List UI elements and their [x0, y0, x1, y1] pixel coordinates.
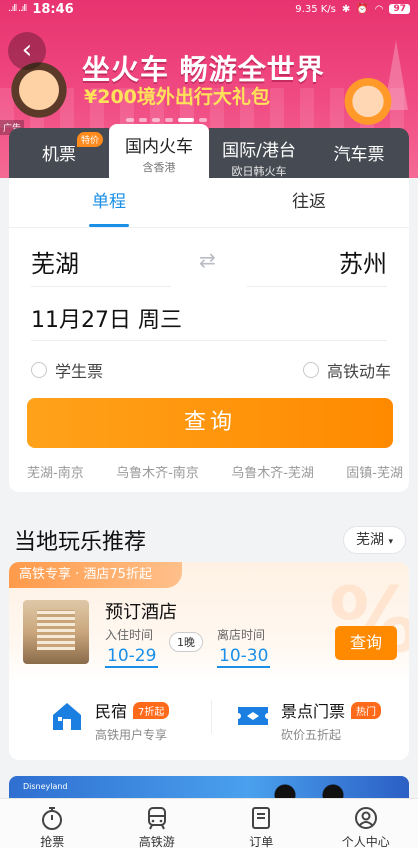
nav-profile[interactable]: 个人中心: [314, 799, 418, 848]
service-name: 景点门票: [281, 702, 346, 721]
house-icon: [53, 703, 81, 730]
caret-down-icon: ▾: [388, 537, 393, 547]
homestay-link[interactable]: 民宿 7折起 高铁用户专享: [49, 698, 170, 743]
alarm-icon: ⏰: [356, 3, 369, 15]
carousel-dot: [139, 118, 147, 122]
promo-tag: 高铁专享 · 酒店75折起: [9, 562, 182, 588]
nav-grab-tickets[interactable]: 抢票: [0, 799, 105, 848]
highspeed-only-option[interactable]: 高铁动车: [302, 358, 391, 382]
network-speed: 9.35 K/s: [295, 3, 336, 15]
radio-icon[interactable]: [302, 362, 319, 378]
history-item[interactable]: 乌鲁木齐-南京: [116, 462, 199, 481]
divider: [247, 286, 387, 287]
tab-round-trip[interactable]: 往返: [209, 178, 409, 227]
option-label: 学生票: [55, 362, 104, 381]
service-desc: 砍价五折起: [281, 728, 342, 742]
divider: [31, 340, 387, 341]
nav-label: 订单: [249, 835, 274, 848]
chevron-left-icon: ‹: [21, 35, 33, 65]
tab-domestic-train[interactable]: 国内火车 含香港: [109, 124, 209, 180]
nav-label: 抢票: [40, 835, 65, 848]
checkin-label: 入住时间: [105, 628, 154, 642]
student-ticket-option[interactable]: 学生票: [31, 358, 103, 382]
tab-flights[interactable]: 机票 特价: [9, 128, 109, 180]
tab-bus[interactable]: 汽车票: [309, 128, 409, 180]
departure-city[interactable]: 芜湖: [31, 244, 79, 279]
city-selector-label: 芜湖: [356, 532, 385, 548]
carousel-dot: [199, 118, 207, 122]
service-links: 民宿 7折起 高铁用户专享 景点门票 热门 砍价五折起: [9, 690, 409, 750]
nav-orders[interactable]: 订单: [209, 799, 314, 848]
history-item[interactable]: 固镇-芜湖: [346, 462, 403, 481]
search-history: 芜湖-南京 乌鲁木齐-南京 乌鲁木齐-芜湖 固镇-芜湖: [27, 462, 403, 481]
nav-label: 个人中心: [341, 835, 390, 848]
disney-logo: Disneyland: [23, 782, 68, 791]
back-button[interactable]: ‹: [8, 32, 46, 70]
tab-one-way[interactable]: 单程: [9, 178, 209, 227]
departure-date[interactable]: 11月27日 周三: [31, 302, 182, 334]
hot-tag: 热门: [351, 701, 382, 719]
nav-label: 高铁游: [138, 835, 175, 848]
order-icon: [252, 807, 271, 829]
tab-sublabel: 欧日韩火车: [231, 165, 287, 178]
tab-label: 国内火车: [125, 137, 193, 157]
checkout-label: 离店时间: [217, 628, 266, 642]
service-name: 民宿: [95, 702, 128, 721]
section-title: 当地玩乐推荐: [14, 530, 147, 555]
train-icon: [147, 807, 166, 830]
arrival-city[interactable]: 苏州: [339, 244, 387, 279]
tab-label: 汽车票: [333, 145, 385, 165]
carousel-dot: [152, 118, 160, 122]
swap-icon[interactable]: ⇄: [199, 248, 216, 272]
carousel-dot-active: [178, 118, 194, 122]
nav-highspeed-travel[interactable]: 高铁游: [105, 799, 210, 848]
wifi-icon: ◠: [374, 3, 384, 15]
girl-illustration: [342, 78, 394, 130]
search-card: 单程 往返 芜湖 ⇄ 苏州 11月27日 周三 学生票 高铁动车 查询 芜湖-南…: [9, 178, 409, 492]
checkout-date[interactable]: 10-30: [217, 646, 271, 668]
nights-badge: 1晚: [169, 632, 203, 652]
tab-sublabel: 含香港: [142, 161, 176, 174]
hotel-booking-panel: % 高铁专享 · 酒店75折起 预订酒店 入住时间 离店时间 10-29 1晚 …: [9, 562, 409, 682]
hotel-image: [23, 600, 89, 664]
special-price-badge: 特价: [76, 132, 103, 147]
hotel-title: 预订酒店: [105, 602, 177, 623]
radio-icon[interactable]: [31, 362, 47, 378]
tab-label: 国际/港台: [222, 141, 296, 161]
ticket-icon: [238, 707, 268, 725]
carousel-indicator: [126, 118, 207, 122]
local-recommend-card: % 高铁专享 · 酒店75折起 预订酒店 入住时间 离店时间 10-29 1晚 …: [9, 562, 409, 760]
history-item[interactable]: 芜湖-南京: [27, 462, 84, 481]
history-item[interactable]: 乌鲁木齐-芜湖: [231, 462, 314, 481]
checkin-date[interactable]: 10-29: [105, 646, 159, 668]
user-icon: [354, 807, 377, 829]
route-selector: 芜湖 ⇄ 苏州: [9, 228, 409, 288]
option-label: 高铁动车: [326, 362, 391, 381]
trip-type-tabs: 单程 往返: [9, 178, 409, 228]
category-tabs: 机票 特价 国内火车 含香港 国际/港台 欧日韩火车 汽车票: [9, 124, 409, 180]
signal-icon: ..ıll ..ıll: [8, 4, 27, 14]
carousel-dot: [165, 118, 173, 122]
status-time: 18:46: [32, 1, 74, 17]
discount-tag: 7折起: [133, 701, 170, 719]
status-bar: ..ıll ..ıll 18:46 9.35 K/s ✱ ⏰ ◠ 97: [0, 0, 418, 18]
divider: [211, 700, 212, 734]
service-desc: 高铁用户专享: [95, 728, 168, 742]
bluetooth-icon: ✱: [341, 3, 351, 15]
tab-international-train[interactable]: 国际/港台 欧日韩火车: [209, 128, 309, 180]
stopwatch-icon: [42, 807, 63, 830]
banner-subtitle: ¥200境外出行大礼包: [84, 86, 270, 108]
divider: [31, 286, 171, 287]
battery-icon: 97: [389, 4, 410, 14]
bottom-nav: 抢票 高铁游 订单 个人中心: [0, 798, 418, 848]
search-button[interactable]: 查询: [27, 398, 393, 448]
carousel-dot: [126, 118, 134, 122]
attraction-ticket-link[interactable]: 景点门票 热门 砍价五折起: [235, 698, 382, 743]
city-selector[interactable]: 芜湖 ▾: [343, 526, 406, 554]
hotel-search-button[interactable]: 查询: [335, 626, 397, 660]
